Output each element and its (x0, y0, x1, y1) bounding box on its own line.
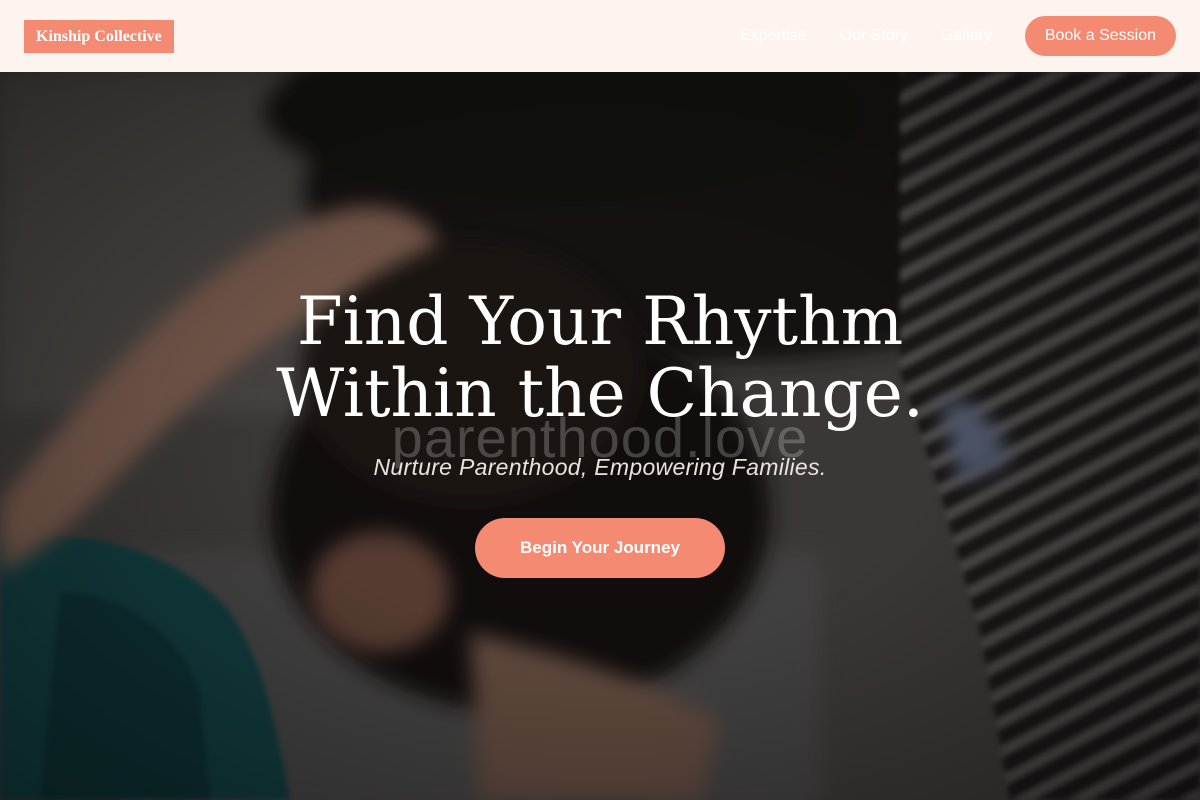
main-nav: Expertise Our Story Gallery Book a Sessi… (740, 16, 1176, 56)
site-logo[interactable]: Kinship Collective (24, 19, 174, 53)
nav-link-our-story[interactable]: Our Story (840, 27, 908, 45)
hero-headline-line-2: Within the Change. (276, 355, 924, 432)
hero-content: parenthood.love Find Your Rhythm Within … (0, 72, 1200, 800)
nav-link-gallery[interactable]: Gallery (941, 27, 992, 45)
hero-subline: Nurture Parenthood, Empowering Families. (373, 454, 827, 480)
book-session-button[interactable]: Book a Session (1024, 16, 1176, 56)
site-header: Kinship Collective Expertise Our Story G… (0, 0, 1200, 72)
nav-link-expertise[interactable]: Expertise (740, 27, 807, 45)
hero-headline: Find Your Rhythm Within the Change. (0, 286, 1200, 430)
begin-journey-button[interactable]: Begin Your Journey (475, 518, 725, 578)
hero-section: parenthood.love Find Your Rhythm Within … (0, 72, 1200, 800)
hero-headline-line-1: Find Your Rhythm (296, 283, 904, 360)
